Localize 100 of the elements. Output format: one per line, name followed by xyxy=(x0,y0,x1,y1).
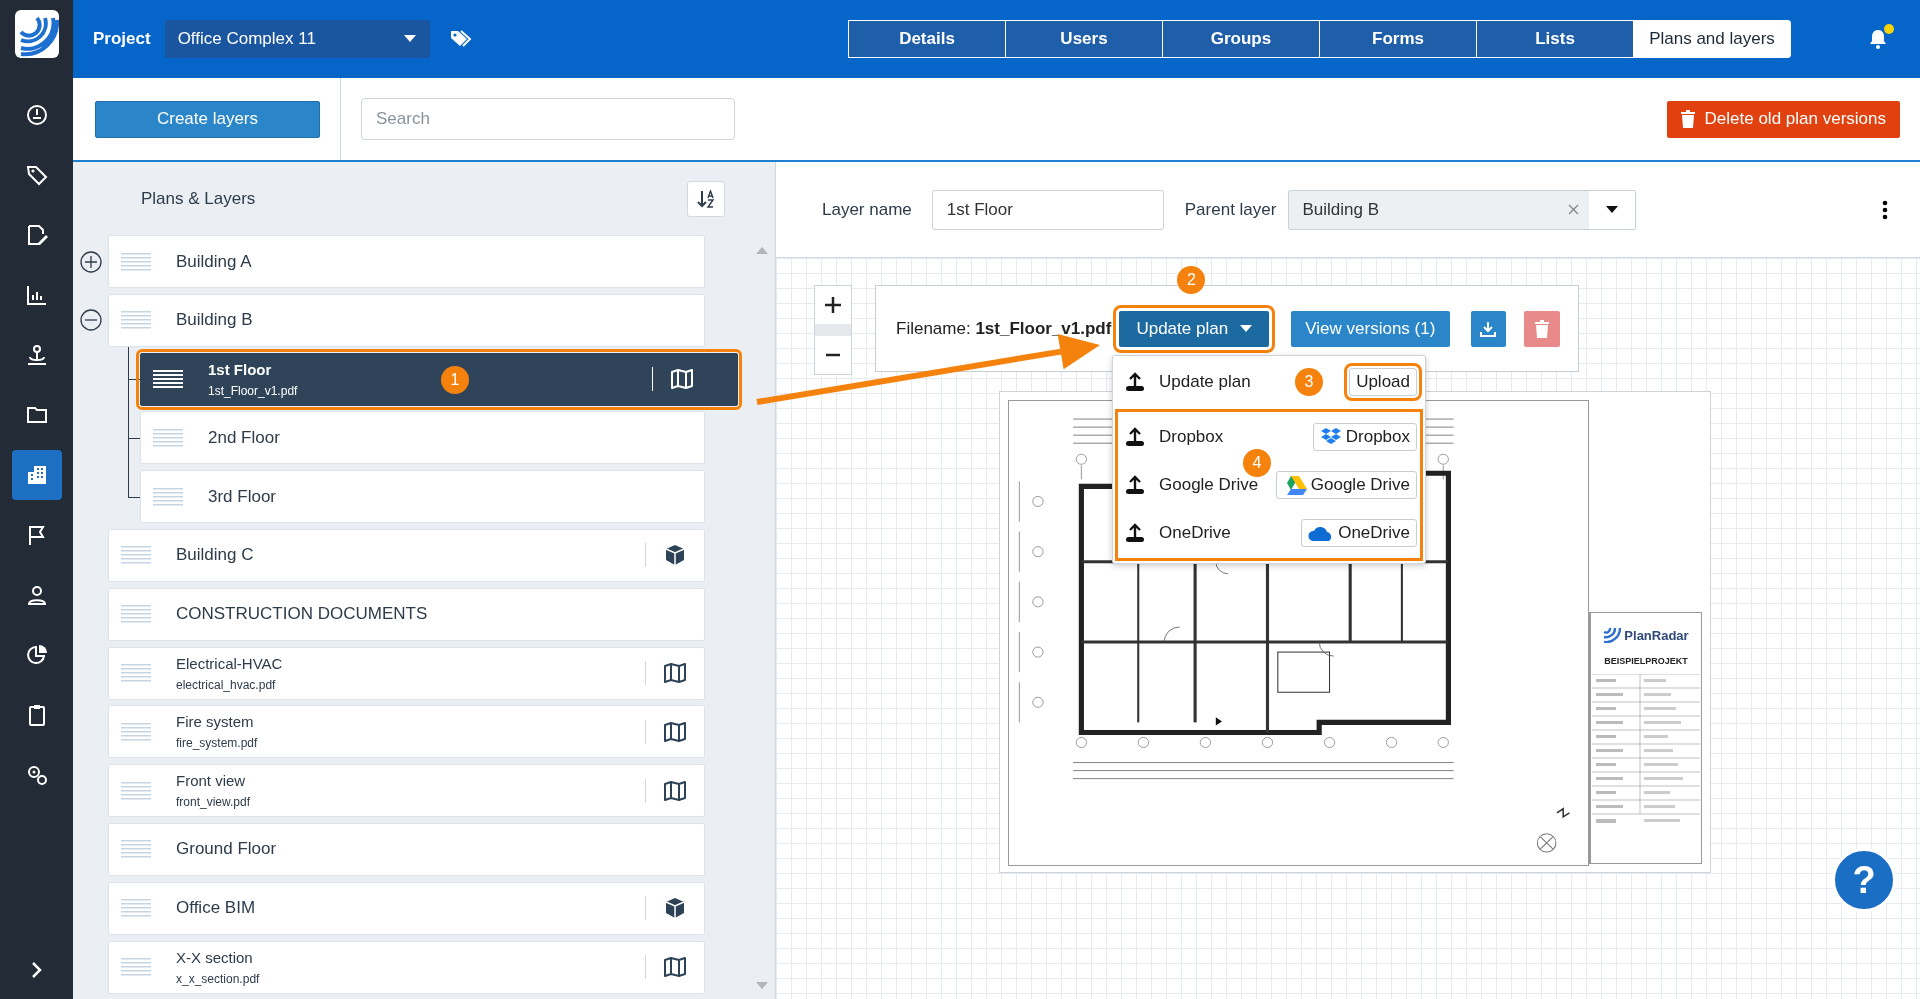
gauge-icon xyxy=(24,103,49,127)
trash-icon xyxy=(1680,110,1695,128)
layer-row[interactable]: Building B xyxy=(108,293,705,347)
drag-handle-icon[interactable] xyxy=(153,428,183,447)
box-logo-icon xyxy=(1319,427,1342,447)
layer-row[interactable]: Building C xyxy=(108,529,705,582)
layer-row[interactable]: CONSTRUCTION DOCUMENTS xyxy=(108,587,705,641)
tab[interactable]: Forms xyxy=(1319,20,1477,58)
file-name: 1st_Floor_v1.pdf xyxy=(208,383,299,398)
caret-icon xyxy=(403,35,416,43)
help-button[interactable]: ? xyxy=(1832,848,1896,912)
menu-item[interactable]: Google Drive xyxy=(1159,475,1259,495)
step-marker: 4 xyxy=(1243,449,1271,477)
step-marker: 3 xyxy=(1295,368,1323,396)
layer-row[interactable]: 2nd Floor xyxy=(140,411,705,465)
layer-name: Fire system xyxy=(176,713,255,731)
map-icon[interactable] xyxy=(664,957,686,978)
delete-versions-button[interactable]: Delete old plan versions xyxy=(1666,100,1900,138)
sort-icon xyxy=(697,189,715,208)
create-layers-button[interactable]: Create layers xyxy=(95,100,320,138)
zoom-in-button[interactable] xyxy=(815,286,851,324)
tab[interactable]: Users xyxy=(1005,20,1163,58)
upload-icon xyxy=(1125,372,1145,392)
layer-row[interactable]: Ground Floor xyxy=(108,822,705,876)
menu-item[interactable]: Dropbox xyxy=(1159,427,1224,447)
drag-handle-icon[interactable] xyxy=(121,311,151,330)
bell-icon[interactable] xyxy=(1869,29,1887,49)
tab[interactable]: Lists xyxy=(1476,20,1634,58)
sheet-title: BEISPIELPROJEKT xyxy=(1604,656,1688,666)
chevron-right-icon[interactable] xyxy=(30,961,43,979)
layer-name: Building A xyxy=(176,251,253,272)
layer-row[interactable]: Electrical-HVAC electrical_hvac.pdf xyxy=(108,646,705,700)
menu-item[interactable]: Update plan xyxy=(1159,372,1251,392)
drag-handle-icon[interactable] xyxy=(121,252,151,271)
layer-name: Office BIM xyxy=(176,898,257,919)
layer-name: 2nd Floor xyxy=(208,427,281,448)
cube-icon[interactable] xyxy=(664,544,686,567)
filename-text: Filename: 1st_Floor_v1.pdf xyxy=(896,318,1112,339)
drag-handle-icon[interactable] xyxy=(153,370,183,389)
cube-icon[interactable] xyxy=(664,897,686,920)
project-label: Project xyxy=(93,29,151,49)
map-icon[interactable] xyxy=(664,663,686,684)
source-button[interactable]: Google Drive xyxy=(1275,471,1417,499)
file-name: fire_system.pdf xyxy=(176,736,259,751)
file-name: x_x_section.pdf xyxy=(176,971,261,986)
drag-handle-icon[interactable] xyxy=(121,722,151,741)
drag-handle-icon[interactable] xyxy=(121,840,151,859)
file-name: electrical_hvac.pdf xyxy=(176,677,277,692)
download-button[interactable] xyxy=(1470,310,1506,347)
project-dropdown[interactable]: Office Complex 11 xyxy=(164,20,430,58)
layer-row[interactable]: Front view front_view.pdf xyxy=(108,764,705,818)
layer-name: 3rd Floor xyxy=(208,486,278,507)
drag-handle-icon[interactable] xyxy=(121,664,151,683)
source-button[interactable]: OneDrive xyxy=(1301,519,1417,547)
upload-icon xyxy=(1125,475,1145,495)
logo-icon xyxy=(1603,627,1622,643)
file-name: front_view.pdf xyxy=(176,795,252,810)
drag-handle-icon[interactable] xyxy=(153,487,183,506)
chart-icon xyxy=(24,283,49,307)
field-label: Layer name xyxy=(822,199,912,220)
parent-layer-select[interactable]: Building B xyxy=(1288,189,1637,230)
plus-icon xyxy=(825,297,841,313)
layer-row[interactable]: Building A xyxy=(108,235,705,288)
tab[interactable]: Groups xyxy=(1162,20,1320,58)
expand-icon[interactable] xyxy=(79,250,102,273)
upload-icon xyxy=(1125,523,1145,543)
layer-name: X-X section xyxy=(176,948,254,966)
search-field[interactable]: Search xyxy=(361,98,735,140)
sort-button[interactable] xyxy=(687,180,725,217)
layer-row[interactable]: 3rd Floor xyxy=(140,470,705,524)
source-button[interactable]: Dropbox xyxy=(1312,423,1417,451)
layer-row[interactable]: Office BIM xyxy=(108,881,705,935)
zoom-out-button[interactable] xyxy=(815,336,851,374)
map-icon[interactable] xyxy=(664,780,686,801)
map-icon[interactable] xyxy=(664,721,686,742)
layer-name-field[interactable]: 1st Floor xyxy=(931,189,1164,230)
drag-handle-icon[interactable] xyxy=(121,899,151,918)
view-versions-button[interactable]: View versions (1) xyxy=(1291,310,1450,347)
logo-text: PlanRadar xyxy=(1624,627,1689,643)
drag-handle-icon[interactable] xyxy=(121,546,151,565)
layer-name: CONSTRUCTION DOCUMENTS xyxy=(176,604,429,625)
layer-row[interactable]: X-X section x_x_section.pdf xyxy=(108,940,705,994)
tab[interactable]: Plans and layers xyxy=(1633,20,1791,58)
upload-icon xyxy=(1125,427,1145,447)
drag-handle-icon[interactable] xyxy=(121,958,151,977)
layer-name: Electrical-HVAC xyxy=(176,654,284,672)
more-icon[interactable] xyxy=(1882,199,1888,220)
collapse-icon[interactable] xyxy=(79,309,102,332)
drag-handle-icon[interactable] xyxy=(121,605,151,624)
layer-row[interactable]: Fire system fire_system.pdf xyxy=(108,705,705,759)
pie-chart-icon xyxy=(24,643,49,667)
tags-icon[interactable] xyxy=(449,30,472,48)
menu-item[interactable]: OneDrive xyxy=(1159,523,1231,543)
tab[interactable]: Details xyxy=(848,20,1006,58)
drag-handle-icon[interactable] xyxy=(121,781,151,800)
clear-icon[interactable] xyxy=(1568,204,1580,215)
panel-title: Plans & Layers xyxy=(141,188,256,209)
nav-item[interactable] xyxy=(11,450,62,500)
step-marker: 2 xyxy=(1177,265,1206,294)
layer-name: Ground Floor xyxy=(176,839,278,860)
